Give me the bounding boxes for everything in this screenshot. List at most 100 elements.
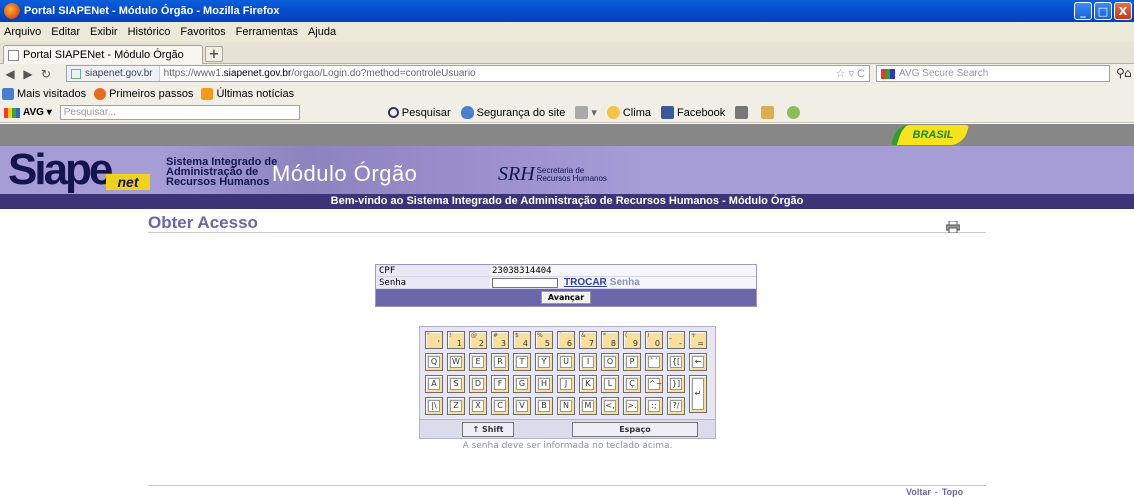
key-3[interactable]: @2 [469, 331, 487, 349]
avg-search-input[interactable]: Pesquisar... [59, 105, 300, 120]
backspace-key[interactable]: ← [689, 353, 707, 371]
key-symsym[interactable]: }] [667, 375, 685, 393]
site-security-button[interactable]: Segurança do site [460, 106, 565, 119]
notes-button[interactable] [735, 106, 751, 119]
key-5[interactable]: $4 [513, 331, 531, 349]
key-symsym[interactable]: ^~ [645, 375, 663, 393]
tool-button[interactable] [787, 106, 803, 119]
back-icon[interactable]: ◀ [2, 67, 18, 81]
key-q[interactable]: Q [425, 353, 443, 371]
key-1[interactable]: " ' [425, 331, 443, 349]
key-6[interactable]: % 5 [535, 331, 553, 349]
key-n[interactable]: N [557, 397, 575, 415]
key-symsym[interactable]: {[ [667, 353, 685, 371]
key-v[interactable]: V [513, 397, 531, 415]
url-text: https://www1.siapenet.gov.br/orgao/Login… [163, 68, 476, 79]
footer-links: Voltar - Topo [906, 487, 964, 497]
close-button[interactable]: X [1114, 2, 1132, 20]
key-symsym[interactable]: ?/ [667, 397, 685, 415]
enter-key[interactable]: ↵ [689, 375, 707, 413]
key-symsym[interactable]: `´ [645, 353, 663, 371]
shift-key[interactable]: ↑ Shift [462, 422, 514, 437]
key-r[interactable]: R [491, 353, 509, 371]
key-7[interactable]: ¨ 6 [557, 331, 575, 349]
key-u[interactable]: U [557, 353, 575, 371]
tab-siapenet[interactable]: Portal SIAPENet - Módulo Órgão [3, 45, 203, 64]
tab-title: Portal SIAPENet - Módulo Órgão [23, 49, 184, 61]
key-t[interactable]: T [513, 353, 531, 371]
menu-arquivo[interactable]: Arquivo [4, 26, 41, 38]
key-x[interactable]: X [469, 397, 487, 415]
url-bar[interactable]: siapenet.gov.br https://www1.siapenet.go… [66, 65, 870, 82]
key-c[interactable]: C [491, 397, 509, 415]
key-a[interactable]: A [425, 375, 443, 393]
bookmark-mais-visitados[interactable]: Mais visitados [2, 87, 86, 100]
search-bar[interactable]: AVG Secure Search [876, 65, 1110, 82]
space-key[interactable]: Espaço [572, 422, 698, 437]
key-8[interactable]: & 7 [579, 331, 597, 349]
key-y[interactable]: Y [535, 353, 553, 371]
siape-banner: Siape net Sistema Integrado de Administr… [0, 146, 1134, 194]
maximize-button[interactable]: □ [1094, 2, 1112, 20]
key-symsym[interactable]: <, [601, 397, 619, 415]
facebook-button[interactable]: Facebook [660, 106, 725, 119]
key-k[interactable]: K [579, 375, 597, 393]
reload-icon[interactable]: ↻ [38, 67, 54, 81]
key-11[interactable]: ) 0 [645, 331, 663, 349]
brasil-logo[interactable]: BRASIL [890, 125, 970, 145]
edit-button[interactable] [761, 106, 777, 119]
print-icon[interactable] [946, 221, 960, 233]
menu-editar[interactable]: Editar [51, 26, 80, 38]
key-g[interactable]: G [513, 375, 531, 393]
key-s[interactable]: S [447, 375, 465, 393]
home-icon[interactable]: ⌂ [1124, 66, 1132, 80]
key-h[interactable]: H [535, 375, 553, 393]
key-symsym[interactable]: |\ [425, 397, 443, 415]
key-symsym[interactable]: :; [645, 397, 663, 415]
bookmark-ultimas-noticias[interactable]: Últimas notícias [201, 87, 294, 100]
password-field[interactable] [492, 277, 558, 288]
trocar-senha-link[interactable]: TROCAR [564, 277, 607, 288]
menu-ferramentas[interactable]: Ferramentas [236, 26, 298, 38]
key-p[interactable]: P [623, 353, 641, 371]
menu-ajuda[interactable]: Ajuda [308, 26, 336, 38]
key-i[interactable]: I [579, 353, 597, 371]
key-m[interactable]: M [579, 397, 597, 415]
key-d[interactable]: D [469, 375, 487, 393]
topo-link[interactable]: Topo [942, 487, 963, 497]
menu-historico[interactable]: Histórico [128, 26, 171, 38]
bookmark-star-icon[interactable]: ☆ ▿ C [836, 67, 865, 80]
menu-exibir[interactable]: Exibir [90, 26, 118, 38]
site-identity[interactable]: siapenet.gov.br [67, 66, 160, 81]
key-ç[interactable]: Ç [623, 375, 641, 393]
key-b[interactable]: B [535, 397, 553, 415]
forward-icon[interactable]: ▶ [20, 67, 36, 81]
key-w[interactable]: W [447, 353, 465, 371]
avg-search-button[interactable]: Pesquisar [387, 107, 451, 119]
key-j[interactable]: J [557, 375, 575, 393]
key-o[interactable]: O [601, 353, 619, 371]
new-tab-button[interactable]: + [205, 46, 223, 62]
key-symsym[interactable]: >. [623, 397, 641, 415]
footer-divider [148, 485, 986, 486]
tab-bar: Portal SIAPENet - Módulo Órgão + [0, 42, 1134, 64]
minimize-button[interactable]: _ [1074, 2, 1092, 20]
key-l[interactable]: L [601, 375, 619, 393]
menu-favoritos[interactable]: Favoritos [180, 26, 225, 38]
key-2[interactable]: ! 1 [447, 331, 465, 349]
key-9[interactable]: * 8 [601, 331, 619, 349]
avancar-button[interactable]: Avançar [540, 291, 592, 304]
key-f[interactable]: F [491, 375, 509, 393]
avg-engine-icon[interactable] [881, 68, 895, 79]
bookmark-primeiros-passos[interactable]: Primeiros passos [94, 87, 193, 100]
key-4[interactable]: #3 [491, 331, 509, 349]
weather-button[interactable]: Clima [606, 106, 651, 119]
voltar-link[interactable]: Voltar [906, 487, 931, 497]
key-10[interactable]: (9 [623, 331, 641, 349]
key-13[interactable]: + = [689, 331, 707, 349]
trash-button[interactable]: ▾ [575, 106, 597, 119]
key-z[interactable]: Z [447, 397, 465, 415]
key-12[interactable]: _ - [667, 331, 685, 349]
key-e[interactable]: E [469, 353, 487, 371]
avg-menu[interactable]: AVG ▾ [4, 107, 52, 118]
